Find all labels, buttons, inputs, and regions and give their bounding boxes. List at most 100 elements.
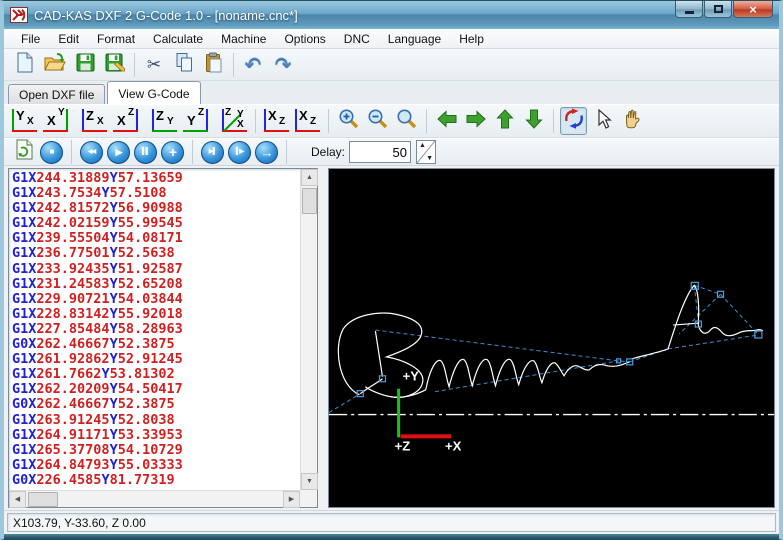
delay-input[interactable] [349, 141, 411, 163]
tab-open-dxf-file[interactable]: Open DXF file [8, 84, 105, 104]
view-xz-button[interactable]: XZ [111, 107, 140, 135]
step-forward-button[interactable]: ▌▶ [228, 141, 251, 164]
title-bar[interactable]: CAD-KAS DXF 2 G-Code 1.0 - [noname.cnc*]… [4, 1, 779, 29]
maximize-button[interactable] [704, 1, 732, 18]
new-file-button[interactable] [10, 51, 40, 79]
toolpath-canvas[interactable]: +Y +Z +X [328, 168, 775, 508]
menu-dnc[interactable]: DNC [335, 30, 379, 48]
toolbar-separator [286, 140, 287, 164]
horizontal-scroll-thumb[interactable] [28, 492, 58, 507]
play-button[interactable]: ▶ [107, 141, 130, 164]
pause-button[interactable]: ▌▌ [134, 141, 157, 164]
copy-icon [175, 52, 194, 78]
pan-down-button[interactable] [520, 107, 547, 135]
rewind-button[interactable]: ◀◀ [80, 141, 103, 164]
pan-left-button[interactable] [433, 107, 460, 135]
undo-button[interactable]: ↶ [238, 51, 268, 79]
rotate-view-icon [563, 108, 585, 134]
step-forward-icon: ▌▶ [236, 149, 244, 156]
pause-icon: ▌▌ [142, 149, 149, 156]
view-zx-button[interactable]: ZX [80, 107, 109, 135]
gcode-vertical-scrollbar[interactable]: ▲ ▼ [300, 169, 317, 490]
gcode-line: G1X261.7662Y53.81302 [12, 367, 300, 382]
menu-edit[interactable]: Edit [49, 30, 88, 48]
view-yx-button[interactable]: YX [10, 107, 39, 135]
spinner-up-icon[interactable]: ▲ [419, 142, 426, 149]
pan-left-icon [437, 110, 457, 133]
skip-forward-button[interactable]: ▶▌ [201, 141, 224, 164]
vertical-scroll-thumb[interactable] [302, 188, 317, 214]
scrollbar-corner [300, 490, 317, 507]
toolbar-separator [328, 109, 329, 133]
gcode-horizontal-scrollbar[interactable]: ◀ ▶ [9, 490, 300, 507]
minimize-icon [685, 11, 694, 14]
cut-button[interactable]: ✂ [139, 51, 169, 79]
axis-letter: Z [279, 116, 285, 127]
scroll-down-icon[interactable]: ▼ [301, 473, 318, 490]
menu-format[interactable]: Format [88, 30, 144, 48]
zoom-out-button[interactable] [364, 107, 391, 135]
view-zy-button[interactable]: ZY [150, 107, 179, 135]
redo-button[interactable]: ↷ [268, 51, 298, 79]
cut-icon: ✂ [147, 55, 161, 75]
gcode-line: G1X243.7534Y57.5108 [12, 186, 300, 201]
save-as-file-button[interactable] [100, 51, 130, 79]
close-button[interactable]: × [733, 1, 773, 18]
forward-button[interactable]: → [255, 141, 278, 164]
select-cursor-icon [594, 109, 612, 134]
gcode-line: G1X264.84793Y55.03333 [12, 458, 300, 473]
menu-machine[interactable]: Machine [212, 30, 275, 48]
generate-gcode-button[interactable] [12, 140, 36, 164]
zoom-in-icon [338, 108, 359, 134]
save-file-button[interactable] [70, 51, 100, 79]
menu-language[interactable]: Language [379, 30, 450, 48]
view-yz-button[interactable]: YZ [181, 107, 210, 135]
delay-spinner[interactable]: ▲ ▼ [416, 140, 436, 164]
scroll-right-icon[interactable]: ▶ [283, 491, 300, 508]
gcode-line: G1X229.90721Y54.03844 [12, 292, 300, 307]
view-xz-3-button[interactable]: XZ [293, 107, 322, 135]
gcode-line: G0X262.46667Y52.3875 [12, 397, 300, 412]
axis-letter: Y [167, 116, 174, 127]
toolbar-separator [134, 53, 135, 77]
view-xy-button[interactable]: XY [41, 107, 70, 135]
main-toolbar: ✂ ↶↷ [4, 49, 779, 81]
pan-down-icon [524, 110, 544, 133]
gcode-list[interactable]: G1X244.31889Y57.13659G1X243.7534Y57.5108… [9, 169, 300, 490]
copy-button[interactable] [169, 51, 199, 79]
new-file-icon [16, 52, 34, 78]
minimize-button[interactable] [675, 1, 703, 18]
axis-line-horizontal [264, 130, 289, 132]
menu-help[interactable]: Help [450, 30, 493, 48]
spinner-down-icon[interactable]: ▼ [426, 155, 433, 162]
add-button[interactable]: + [161, 141, 184, 164]
axis-line-vertical [295, 109, 297, 132]
main-area: G1X244.31889Y57.13659G1X243.7534Y57.5108… [4, 166, 779, 510]
scroll-up-icon[interactable]: ▲ [301, 169, 318, 186]
gcode-line: G1X239.55504Y54.08171 [12, 231, 300, 246]
pan-right-button[interactable] [462, 107, 489, 135]
toolpath-drawing: +Y +Z +X [329, 169, 774, 507]
open-file-button[interactable] [40, 51, 70, 79]
axis-letter: Z [86, 108, 94, 123]
pan-hand-button[interactable] [618, 107, 645, 135]
select-cursor-button[interactable] [589, 107, 616, 135]
view-3d-button[interactable]: ZYX [220, 107, 249, 135]
stop-button[interactable]: ■ [40, 141, 63, 164]
zoom-tool-button[interactable] [393, 107, 420, 135]
zoom-in-button[interactable] [335, 107, 362, 135]
menu-file[interactable]: File [12, 30, 49, 48]
paste-button[interactable] [199, 51, 229, 79]
axis-letter: X [299, 108, 308, 123]
pan-up-button[interactable] [491, 107, 518, 135]
playback-toolbar: ■◀◀▶▌▌+▶▌▌▶→Delay: ▲ ▼ [4, 138, 779, 166]
menu-options[interactable]: Options [275, 30, 334, 48]
tab-view-gcode[interactable]: View G-Code [107, 81, 200, 104]
menu-calculate[interactable]: Calculate [144, 30, 212, 48]
save-file-icon [76, 53, 95, 77]
view-xz-2-button[interactable]: XZ [262, 107, 291, 135]
rotate-view-button[interactable] [560, 107, 587, 135]
gcode-line: G1X264.91171Y53.33953 [12, 428, 300, 443]
scroll-left-icon[interactable]: ◀ [9, 491, 26, 508]
view-toolbar: YXXYZXXZZYYZZYXXZXZ [4, 104, 779, 138]
